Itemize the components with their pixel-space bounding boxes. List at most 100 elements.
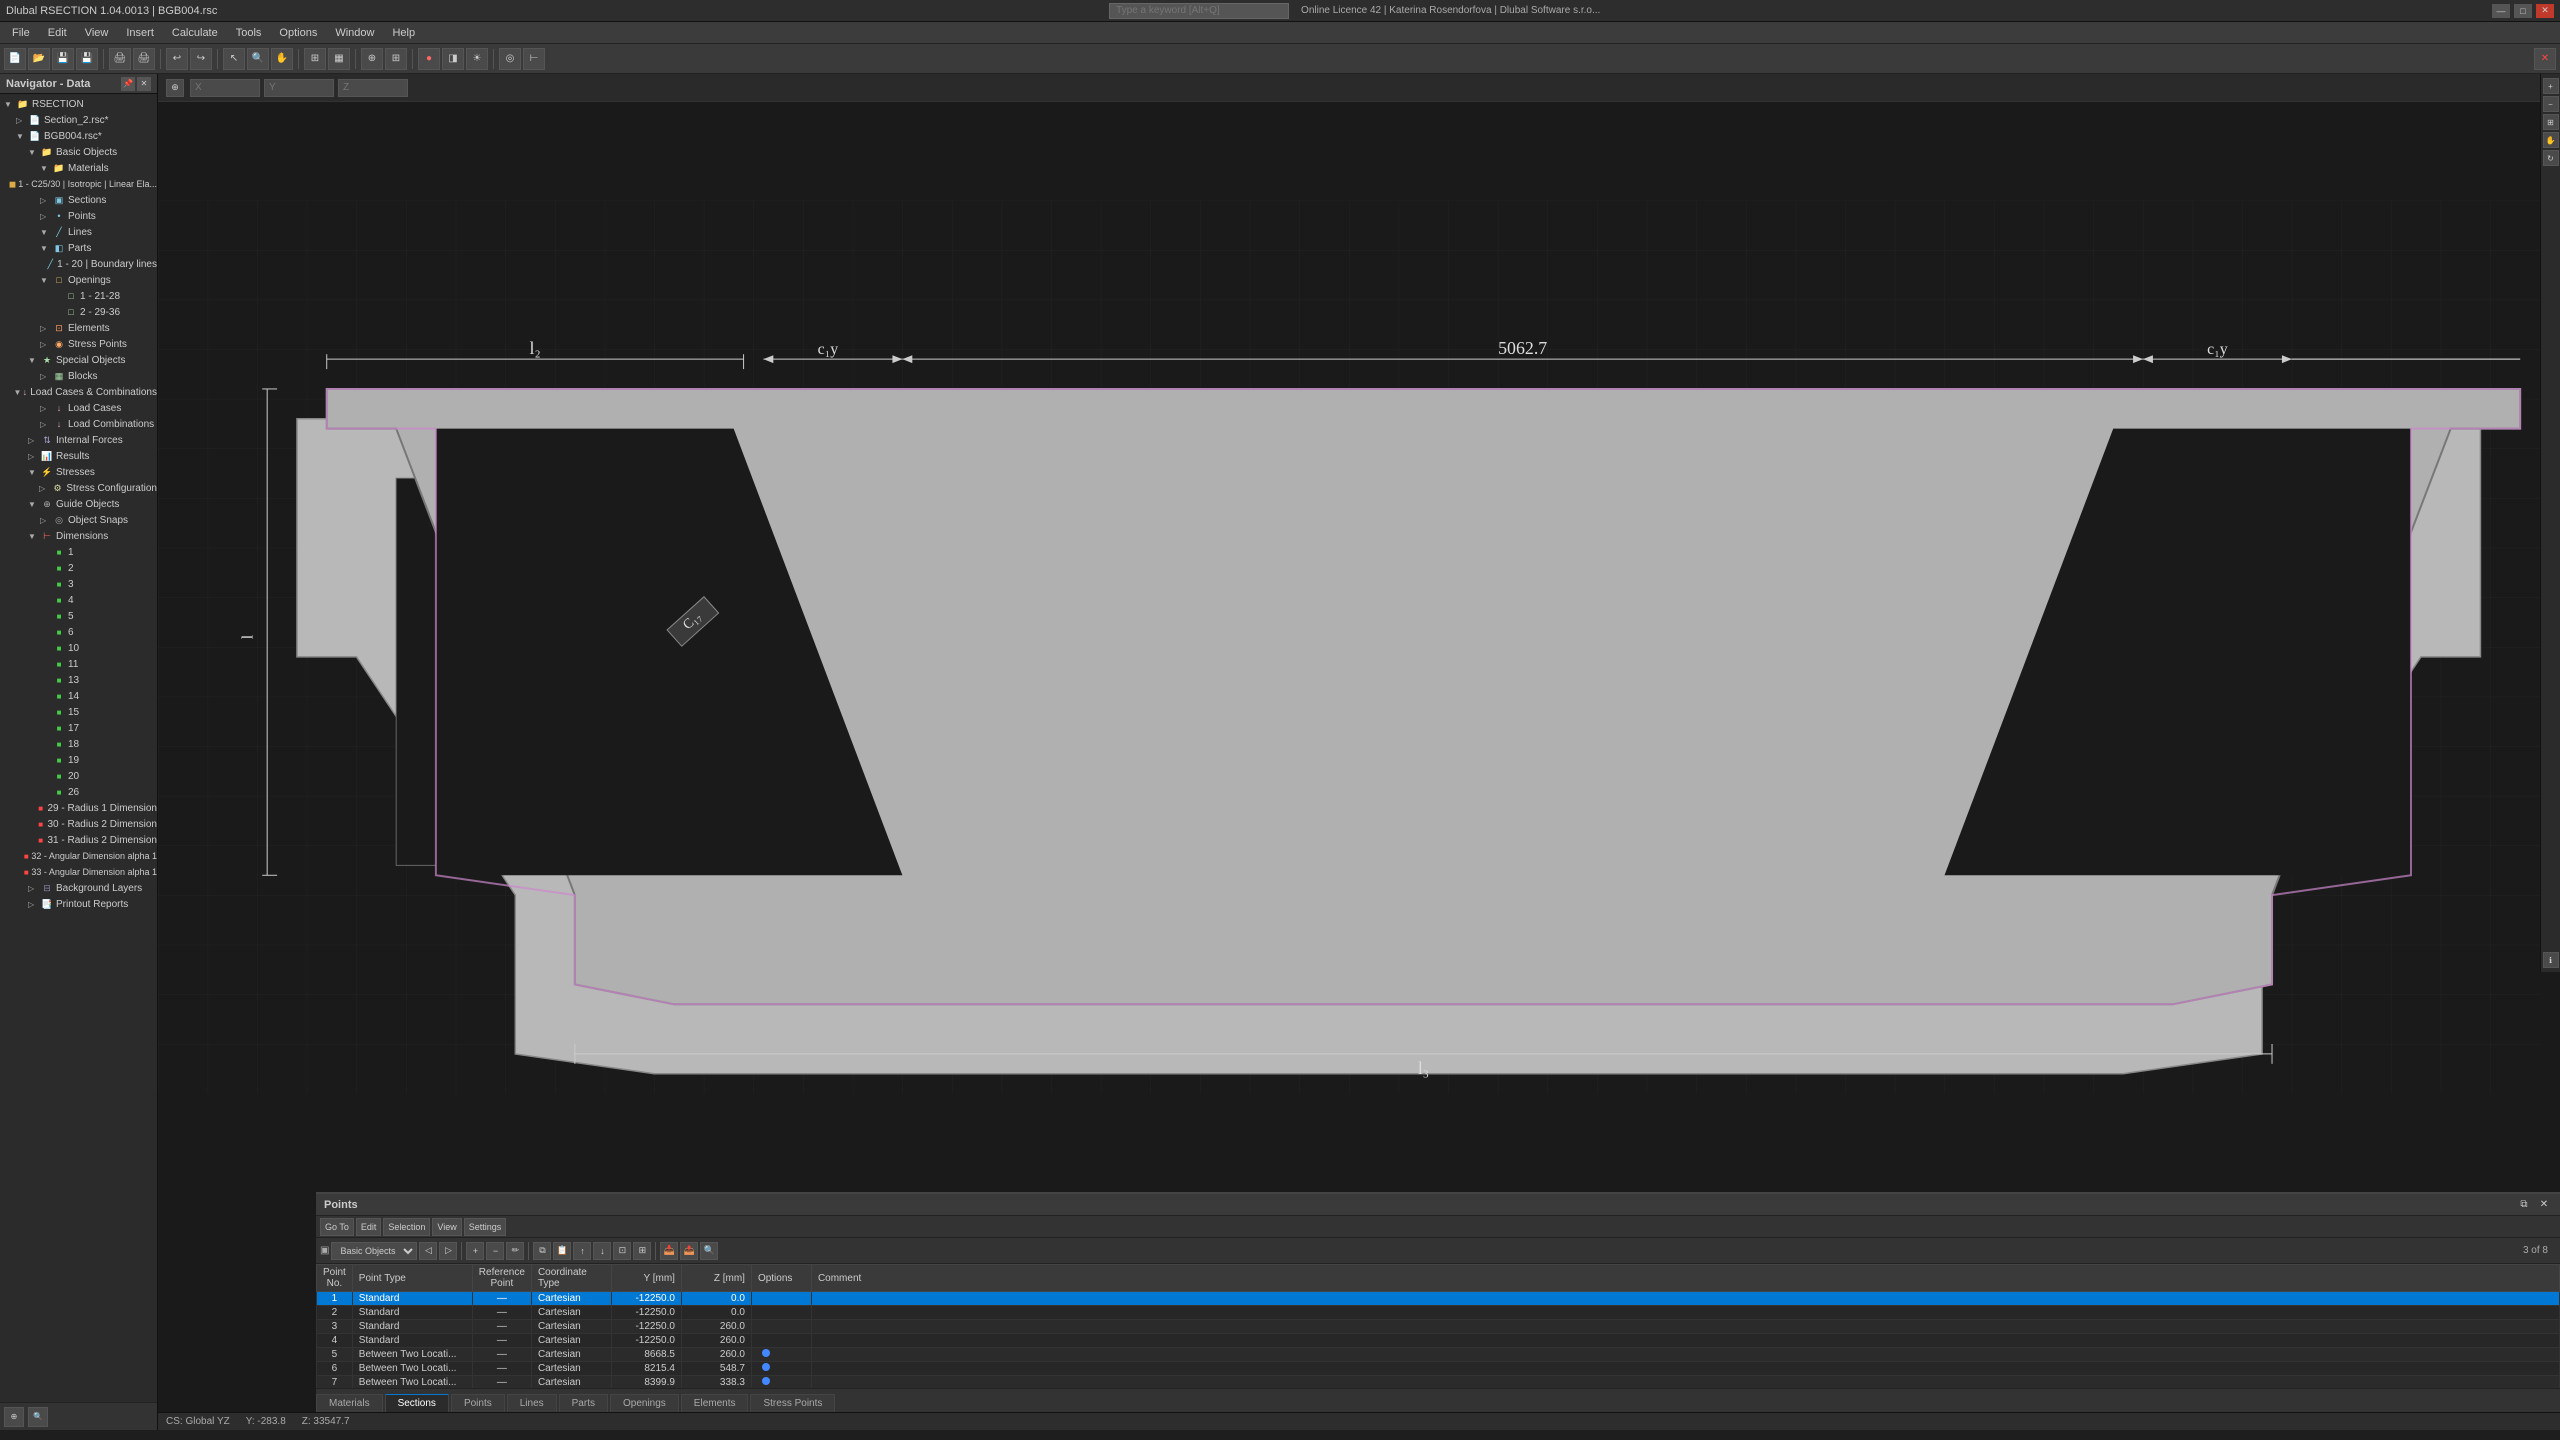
tb2-icon5[interactable]: 📥 — [660, 1242, 678, 1260]
tree-lines-1-20[interactable]: ╱ 1 - 20 | Boundary lines — [0, 256, 157, 272]
nav-close-button[interactable]: ✕ — [137, 77, 151, 91]
tree-stress-config[interactable]: ▷ ⚙ Stress Configuration — [0, 480, 157, 496]
pan-button[interactable]: ✋ — [271, 48, 293, 70]
tree-dim-11[interactable]: ■11 — [0, 656, 157, 672]
table-row[interactable]: 5 — Cartesian 8668.5 260.0 — [317, 1348, 2560, 1362]
tree-load-cases-comb[interactable]: ▼ ↓ Load Cases & Combinations — [0, 384, 157, 400]
coord-y-input[interactable] — [264, 79, 334, 97]
zoom-button[interactable]: 🔍 — [247, 48, 269, 70]
tb2-icon3[interactable]: ⊡ — [613, 1242, 631, 1260]
tab-lines[interactable]: Lines — [507, 1394, 557, 1412]
coord-snap-btn[interactable]: ⊕ — [166, 79, 184, 97]
light-button[interactable]: ☀ — [466, 48, 488, 70]
close-button[interactable]: ✕ — [2536, 4, 2554, 18]
tree-dim-26[interactable]: ■26 — [0, 784, 157, 800]
tree-stresses[interactable]: ▼ ⚡ Stresses — [0, 464, 157, 480]
tb2-add-btn[interactable]: + — [466, 1242, 484, 1260]
view-btn[interactable]: View — [432, 1218, 461, 1236]
rt-zoom-in-btn[interactable]: + — [2543, 78, 2559, 94]
view-3d-button[interactable]: ▦ — [328, 48, 350, 70]
rt-fit-btn[interactable]: ⊞ — [2543, 114, 2559, 130]
tb2-icon6[interactable]: 📤 — [680, 1242, 698, 1260]
grid-button[interactable]: ⊞ — [385, 48, 407, 70]
tree-parts[interactable]: ▼ ◧ Parts — [0, 240, 157, 256]
tree-points[interactable]: ▷ • Points — [0, 208, 157, 224]
tree-dim-18[interactable]: ■18 — [0, 736, 157, 752]
tree-dim-19[interactable]: ■19 — [0, 752, 157, 768]
menu-view[interactable]: View — [77, 22, 117, 43]
maximize-button[interactable]: □ — [2514, 4, 2532, 18]
tree-mat-1[interactable]: ◼ 1 - C25/30 | Isotropic | Linear Ela... — [0, 176, 157, 192]
tree-dim-14[interactable]: ■14 — [0, 688, 157, 704]
nav-bottom-btn2[interactable]: 🔍 — [28, 1407, 48, 1427]
tree-dim-32[interactable]: ■32 - Angular Dimension alpha 1 — [0, 848, 157, 864]
tab-openings[interactable]: Openings — [610, 1394, 679, 1412]
tab-points[interactable]: Points — [451, 1394, 505, 1412]
open-button[interactable]: 📂 — [28, 48, 50, 70]
select-button[interactable]: ↖ — [223, 48, 245, 70]
tree-load-comb[interactable]: ▷ ↓ Load Combinations — [0, 416, 157, 432]
cell-type[interactable] — [352, 1334, 472, 1348]
tree-dim-33[interactable]: ■33 - Angular Dimension alpha 1 — [0, 864, 157, 880]
stop-button[interactable]: ✕ — [2534, 48, 2556, 70]
rt-rotate-btn[interactable]: ↻ — [2543, 150, 2559, 166]
menu-file[interactable]: File — [4, 22, 38, 43]
menu-calculate[interactable]: Calculate — [164, 22, 226, 43]
menu-help[interactable]: Help — [384, 22, 423, 43]
table-row[interactable]: 7 — Cartesian 8399.9 338.3 — [317, 1376, 2560, 1389]
bottom-panel-close-btn[interactable]: ✕ — [2536, 1197, 2552, 1213]
tree-blocks[interactable]: ▷ ▦ Blocks — [0, 368, 157, 384]
cell-type[interactable] — [352, 1362, 472, 1376]
tab-stress-points[interactable]: Stress Points — [750, 1394, 835, 1412]
tree-special-objs[interactable]: ▼ ★ Special Objects — [0, 352, 157, 368]
tree-dim-10[interactable]: ■10 — [0, 640, 157, 656]
undo-button[interactable]: ↩ — [166, 48, 188, 70]
tb2-icon7[interactable]: 🔍 — [700, 1242, 718, 1260]
tree-rsection[interactable]: ▼ 📁 RSECTION — [0, 96, 157, 112]
tree-lines[interactable]: ▼ ╱ Lines — [0, 224, 157, 240]
tree-dim-13[interactable]: ■13 — [0, 672, 157, 688]
redo-button[interactable]: ↪ — [190, 48, 212, 70]
coord-z-input[interactable] — [338, 79, 408, 97]
points-table-container[interactable]: Point No. Point Type Reference Point Coo… — [316, 1264, 2560, 1388]
coord-button[interactable]: ⊕ — [361, 48, 383, 70]
bottom-panel-float-btn[interactable]: ⧉ — [2516, 1197, 2532, 1213]
selection-btn[interactable]: Selection — [383, 1218, 430, 1236]
tree-dim-29[interactable]: ■29 - Radius 1 Dimension — [0, 800, 157, 816]
tb2-edit-btn[interactable]: ✏ — [506, 1242, 524, 1260]
menu-edit[interactable]: Edit — [40, 22, 75, 43]
menu-options[interactable]: Options — [271, 22, 325, 43]
minimize-button[interactable]: — — [2492, 4, 2510, 18]
cell-type[interactable] — [352, 1320, 472, 1334]
tree-bgb004[interactable]: ▼ 📄 BGB004.rsc* — [0, 128, 157, 144]
tab-sections[interactable]: Sections — [385, 1394, 449, 1412]
print-button[interactable]: 🖨 — [109, 48, 131, 70]
rt-prop-btn[interactable]: ℹ — [2543, 952, 2559, 968]
tree-dim-6[interactable]: ■6 — [0, 624, 157, 640]
save-button[interactable]: 💾 — [52, 48, 74, 70]
tree-dim-4[interactable]: ■4 — [0, 592, 157, 608]
filter-select[interactable]: Basic Objects — [331, 1242, 417, 1260]
cell-type[interactable] — [352, 1348, 472, 1362]
nav-pin-button[interactable]: 📌 — [121, 77, 135, 91]
settings-btn[interactable]: Settings — [464, 1218, 507, 1236]
tb2-icon2[interactable]: ↓ — [593, 1242, 611, 1260]
tree-obj-snaps[interactable]: ▷ ◎ Object Snaps — [0, 512, 157, 528]
rt-pan-btn[interactable]: ✋ — [2543, 132, 2559, 148]
tree-dimensions[interactable]: ▼ ⊢ Dimensions — [0, 528, 157, 544]
global-search-input[interactable] — [1109, 3, 1289, 19]
tb2-icon4[interactable]: ⊞ — [633, 1242, 651, 1260]
table-row[interactable]: 1 — Cartesian -12250.0 0.0 — [317, 1292, 2560, 1306]
tree-printout[interactable]: ▷ 📑 Printout Reports — [0, 896, 157, 912]
tree-dim-30[interactable]: ■30 - Radius 2 Dimension — [0, 816, 157, 832]
cell-type[interactable] — [352, 1292, 472, 1306]
tb2-btn2[interactable]: ▷ — [439, 1242, 457, 1260]
tree-bg-layers[interactable]: ▷ ⊟ Background Layers — [0, 880, 157, 896]
tb2-icon1[interactable]: ↑ — [573, 1242, 591, 1260]
tb2-btn1[interactable]: ◁ — [419, 1242, 437, 1260]
tree-stress-pts[interactable]: ▷ ◉ Stress Points — [0, 336, 157, 352]
tb2-copy-btn[interactable]: ⧉ — [533, 1242, 551, 1260]
tree-openings[interactable]: ▼ □ Openings — [0, 272, 157, 288]
edit-btn[interactable]: Edit — [356, 1218, 382, 1236]
menu-tools[interactable]: Tools — [228, 22, 270, 43]
